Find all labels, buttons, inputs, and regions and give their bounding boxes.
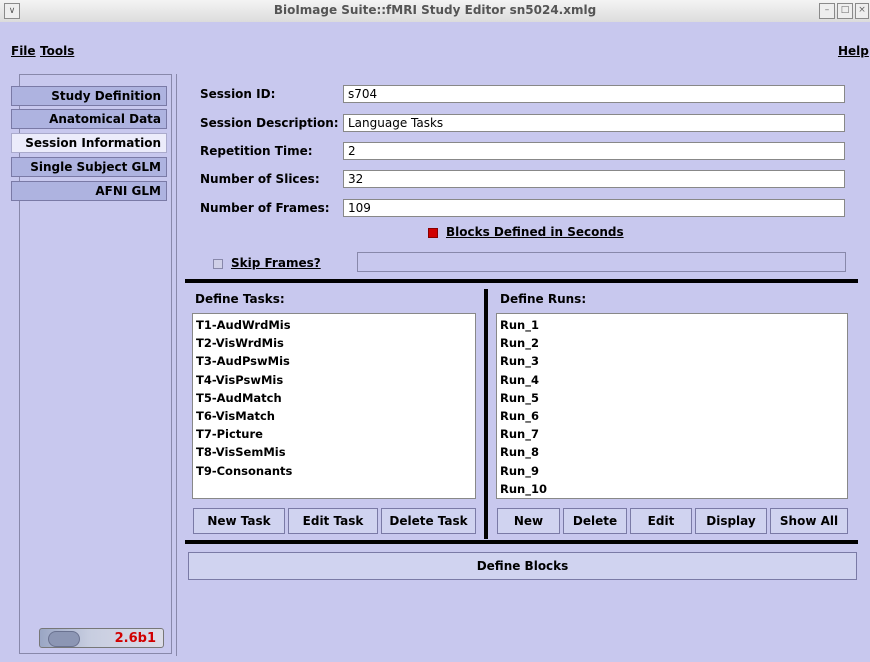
- list-item[interactable]: T5-AudMatch: [196, 389, 472, 407]
- maximize-icon[interactable]: □: [837, 3, 853, 19]
- blocks-seconds-radio[interactable]: [428, 228, 438, 238]
- list-item[interactable]: T1-AudWrdMis: [196, 316, 472, 334]
- menu-tools[interactable]: Tools: [40, 44, 74, 58]
- runs-list[interactable]: Run_1 Run_2 Run_3 Run_4 Run_5 Run_6 Run_…: [496, 313, 848, 499]
- list-item[interactable]: Run_6: [500, 407, 844, 425]
- brain-logo-icon: [48, 631, 80, 647]
- edit-run-button[interactable]: Edit: [630, 508, 692, 534]
- number-of-frames-input[interactable]: 109: [343, 199, 845, 217]
- list-item[interactable]: Run_2: [500, 334, 844, 352]
- delete-run-button[interactable]: Delete: [563, 508, 627, 534]
- menu-file[interactable]: File: [11, 44, 36, 58]
- list-item[interactable]: T7-Picture: [196, 425, 472, 443]
- section-divider-vertical: [484, 289, 488, 539]
- version-badge: 2.6b1: [39, 628, 164, 648]
- sidebar-item-single-subject-glm[interactable]: Single Subject GLM: [11, 157, 167, 177]
- list-item[interactable]: Run_4: [500, 371, 844, 389]
- section-divider-top: [185, 279, 858, 283]
- sidebar-item-anatomical-data[interactable]: Anatomical Data: [11, 109, 167, 129]
- app-window: ∨ BioImage Suite::fMRI Study Editor sn50…: [0, 0, 870, 662]
- menu-help[interactable]: Help: [838, 44, 869, 58]
- edit-task-button[interactable]: Edit Task: [288, 508, 378, 534]
- window-title: BioImage Suite::fMRI Study Editor sn5024…: [273, 3, 597, 17]
- number-of-frames-label: Number of Frames:: [200, 201, 330, 215]
- sidebar-item-session-information[interactable]: Session Information: [11, 133, 167, 153]
- delete-task-button[interactable]: Delete Task: [381, 508, 476, 534]
- repetition-time-input[interactable]: 2: [343, 142, 845, 160]
- blocks-seconds-label[interactable]: Blocks Defined in Seconds: [446, 225, 624, 239]
- skip-frames-input[interactable]: [357, 252, 846, 272]
- list-item[interactable]: T2-VisWrdMis: [196, 334, 472, 352]
- list-item[interactable]: Run_8: [500, 443, 844, 461]
- session-description-input[interactable]: Language Tasks: [343, 114, 845, 132]
- close-icon[interactable]: ×: [855, 3, 869, 19]
- new-task-button[interactable]: New Task: [193, 508, 285, 534]
- sidebar-item-study-definition[interactable]: Study Definition: [11, 86, 167, 106]
- define-tasks-header: Define Tasks:: [195, 292, 285, 306]
- title-bar: ∨ BioImage Suite::fMRI Study Editor sn50…: [0, 0, 870, 23]
- skip-frames-label[interactable]: Skip Frames?: [231, 256, 321, 270]
- section-divider-bottom: [185, 540, 858, 544]
- session-id-input[interactable]: s704: [343, 85, 845, 103]
- number-of-slices-input[interactable]: 32: [343, 170, 845, 188]
- tasks-list[interactable]: T1-AudWrdMis T2-VisWrdMis T3-AudPswMis T…: [192, 313, 476, 499]
- list-item[interactable]: Run_3: [500, 352, 844, 370]
- define-runs-header: Define Runs:: [500, 292, 587, 306]
- list-item[interactable]: Run_9: [500, 462, 844, 480]
- list-item[interactable]: T3-AudPswMis: [196, 352, 472, 370]
- list-item[interactable]: Run_10: [500, 480, 844, 498]
- list-item[interactable]: T6-VisMatch: [196, 407, 472, 425]
- session-description-label: Session Description:: [200, 116, 339, 130]
- show-all-button[interactable]: Show All: [770, 508, 848, 534]
- list-item[interactable]: T4-VisPswMis: [196, 371, 472, 389]
- display-run-button[interactable]: Display: [695, 508, 767, 534]
- sidebar-item-afni-glm[interactable]: AFNI GLM: [11, 181, 167, 201]
- session-id-label: Session ID:: [200, 87, 276, 101]
- new-run-button[interactable]: New: [497, 508, 560, 534]
- number-of-slices-label: Number of Slices:: [200, 172, 320, 186]
- skip-frames-checkbox[interactable]: [213, 259, 223, 269]
- repetition-time-label: Repetition Time:: [200, 144, 313, 158]
- list-item[interactable]: Run_7: [500, 425, 844, 443]
- list-item[interactable]: T8-VisSemMis: [196, 443, 472, 461]
- list-item[interactable]: T9-Consonants: [196, 462, 472, 480]
- list-item[interactable]: Run_5: [500, 389, 844, 407]
- define-blocks-button[interactable]: Define Blocks: [188, 552, 857, 580]
- list-item[interactable]: Run_1: [500, 316, 844, 334]
- menu-bar: File Tools Help: [0, 22, 870, 64]
- version-text: 2.6b1: [114, 631, 156, 646]
- minimize-icon[interactable]: –: [819, 3, 835, 19]
